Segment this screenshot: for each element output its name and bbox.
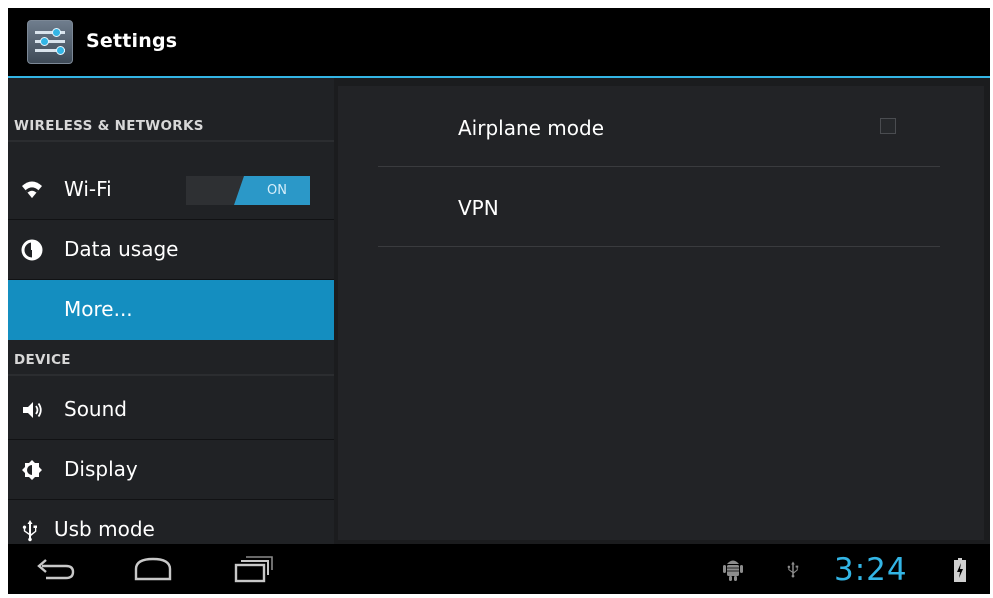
action-bar: Settings <box>8 8 990 78</box>
settings-icon[interactable] <box>27 20 73 64</box>
airplane-mode-label: Airplane mode <box>458 116 605 140</box>
back-icon[interactable] <box>32 554 78 584</box>
sidebar-item-label: Usb mode <box>54 517 155 541</box>
sound-icon <box>23 402 42 418</box>
airplane-mode-row[interactable]: Airplane mode <box>378 86 940 167</box>
sidebar-item-label: Wi-Fi <box>64 177 112 201</box>
android-debug-icon <box>723 560 743 581</box>
sidebar-item-wifi[interactable]: Wi-Fi ON <box>8 160 334 220</box>
sidebar-item-label: Sound <box>64 397 127 421</box>
battery-charging-icon <box>954 558 966 582</box>
wifi-toggle-on: ON <box>234 176 310 205</box>
sidebar-item-label: Display <box>64 457 138 481</box>
display-icon <box>22 460 42 480</box>
sidebar-item-more[interactable]: More... <box>8 280 334 340</box>
home-icon[interactable] <box>130 554 176 584</box>
status-clock: 3:24 <box>834 552 908 588</box>
data-usage-icon <box>21 239 43 261</box>
usb-icon <box>22 520 37 542</box>
sidebar-item-usb-mode[interactable]: Usb mode <box>8 500 334 544</box>
vpn-label: VPN <box>458 196 499 220</box>
system-bar: 3:24 <box>8 544 990 594</box>
usb-icon <box>787 561 799 578</box>
sidebar-item-sound[interactable]: Sound <box>8 380 334 440</box>
sidebar-item-data-usage[interactable]: Data usage <box>8 220 334 280</box>
tablet-screen: Settings WIRELESS & NETWORKS Wi-Fi ON Da <box>8 8 990 594</box>
app-title: Settings <box>86 30 178 52</box>
vpn-row[interactable]: VPN <box>378 166 940 247</box>
sidebar-item-display[interactable]: Display <box>8 440 334 500</box>
section-header-device: DEVICE <box>8 340 334 376</box>
recent-apps-icon[interactable] <box>230 554 276 584</box>
wifi-icon <box>22 181 42 198</box>
sidebar-item-label: Data usage <box>64 237 179 261</box>
wifi-toggle[interactable]: ON <box>186 176 310 205</box>
detail-pane: Airplane mode VPN <box>338 86 984 540</box>
settings-sidebar: WIRELESS & NETWORKS Wi-Fi ON Data usage … <box>8 78 334 544</box>
sidebar-item-label: More... <box>64 297 133 321</box>
section-header-wireless: WIRELESS & NETWORKS <box>8 106 334 142</box>
airplane-mode-checkbox[interactable] <box>880 118 896 134</box>
